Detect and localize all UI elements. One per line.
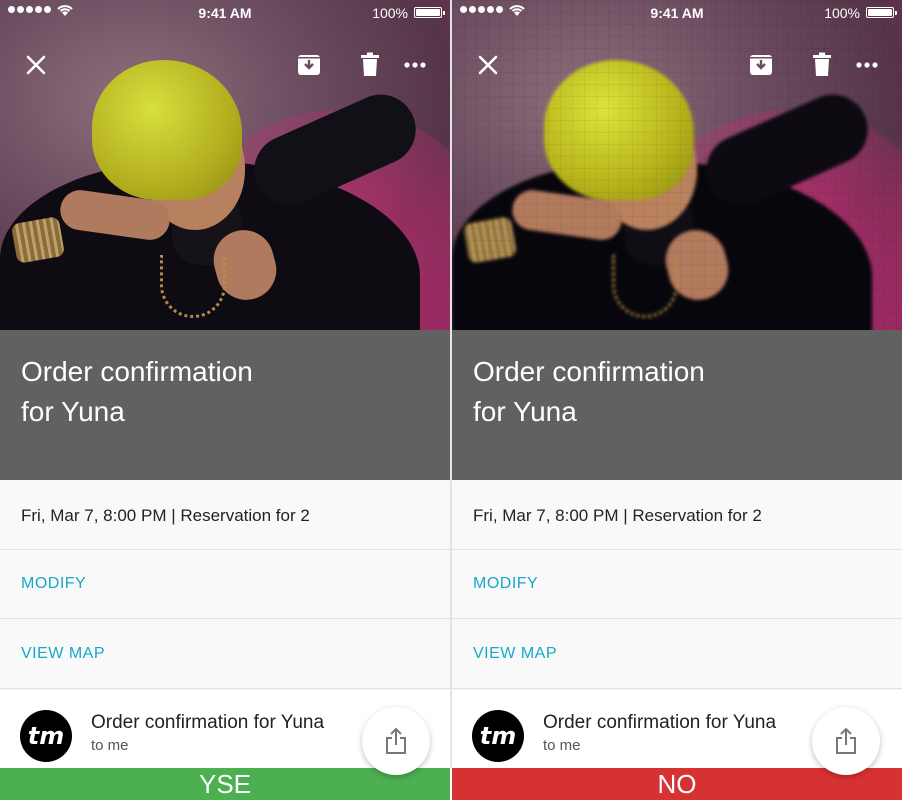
- more-icon: [404, 62, 426, 68]
- avatar: tm: [472, 710, 524, 762]
- status-bar: 9:41 AM 100%: [452, 0, 902, 26]
- battery-icon: [414, 7, 445, 18]
- more-button[interactable]: [854, 52, 880, 78]
- avatar: tm: [20, 710, 72, 762]
- archive-icon: [750, 55, 772, 75]
- reservation-info-row: Fri, Mar 7, 8:00 PM | Reservation for 2: [0, 481, 450, 550]
- email-card-panel-left: 9:41 AM 100% Order confirmation for Yuna…: [0, 0, 450, 768]
- email-title: Order confirmation for Yuna: [21, 352, 401, 432]
- more-icon: [856, 62, 878, 68]
- close-button[interactable]: [475, 52, 501, 78]
- email-title-line-1: Order confirmation: [21, 356, 253, 387]
- archive-button[interactable]: [296, 52, 322, 78]
- email-title-line-2: for Yuna: [473, 396, 577, 427]
- verdict-bar-yes: YSE: [0, 768, 450, 800]
- modify-button[interactable]: MODIFY: [473, 575, 538, 593]
- share-button[interactable]: [812, 707, 880, 775]
- reservation-info: Fri, Mar 7, 8:00 PM | Reservation for 2: [473, 506, 762, 525]
- battery-percent: 100%: [824, 5, 860, 21]
- hero-photo: [0, 0, 450, 330]
- message-subject: Order confirmation for Yuna: [543, 712, 777, 733]
- email-card-panel-right: 9:41 AM 100% Order confirmation for Yuna…: [452, 0, 902, 768]
- title-band: Order confirmation for Yuna: [452, 330, 902, 480]
- view-map-button[interactable]: VIEW MAP: [21, 645, 105, 663]
- modify-row[interactable]: MODIFY: [0, 550, 450, 619]
- battery-percent: 100%: [372, 5, 408, 21]
- status-bar: 9:41 AM 100%: [0, 0, 450, 26]
- modify-button[interactable]: MODIFY: [21, 575, 86, 593]
- share-button[interactable]: [362, 707, 430, 775]
- email-title-line-2: for Yuna: [21, 396, 125, 427]
- delete-button[interactable]: [809, 52, 835, 78]
- email-title: Order confirmation for Yuna: [473, 352, 853, 432]
- close-icon: [26, 55, 46, 75]
- close-button[interactable]: [23, 52, 49, 78]
- title-band: Order confirmation for Yuna: [0, 330, 450, 480]
- message-recipient: to me: [91, 737, 129, 754]
- archive-button[interactable]: [748, 52, 774, 78]
- modify-row[interactable]: MODIFY: [452, 550, 902, 619]
- hero-photo-pixelated: [452, 0, 902, 330]
- battery-icon: [866, 7, 897, 18]
- more-button[interactable]: [402, 52, 428, 78]
- view-map-row[interactable]: VIEW MAP: [452, 620, 902, 689]
- reservation-info: Fri, Mar 7, 8:00 PM | Reservation for 2: [21, 506, 310, 525]
- portrait-image: [0, 0, 450, 330]
- message-recipient: to me: [543, 737, 581, 754]
- trash-icon: [361, 52, 379, 76]
- email-title-line-1: Order confirmation: [473, 356, 705, 387]
- view-map-row[interactable]: VIEW MAP: [0, 620, 450, 689]
- reservation-info-row: Fri, Mar 7, 8:00 PM | Reservation for 2: [452, 481, 902, 550]
- delete-button[interactable]: [357, 52, 383, 78]
- share-icon: [386, 727, 406, 754]
- close-icon: [478, 55, 498, 75]
- view-map-button[interactable]: VIEW MAP: [473, 645, 557, 663]
- trash-icon: [813, 52, 831, 76]
- archive-icon: [298, 55, 320, 75]
- share-icon: [836, 727, 856, 754]
- message-subject: Order confirmation for Yuna: [91, 712, 325, 733]
